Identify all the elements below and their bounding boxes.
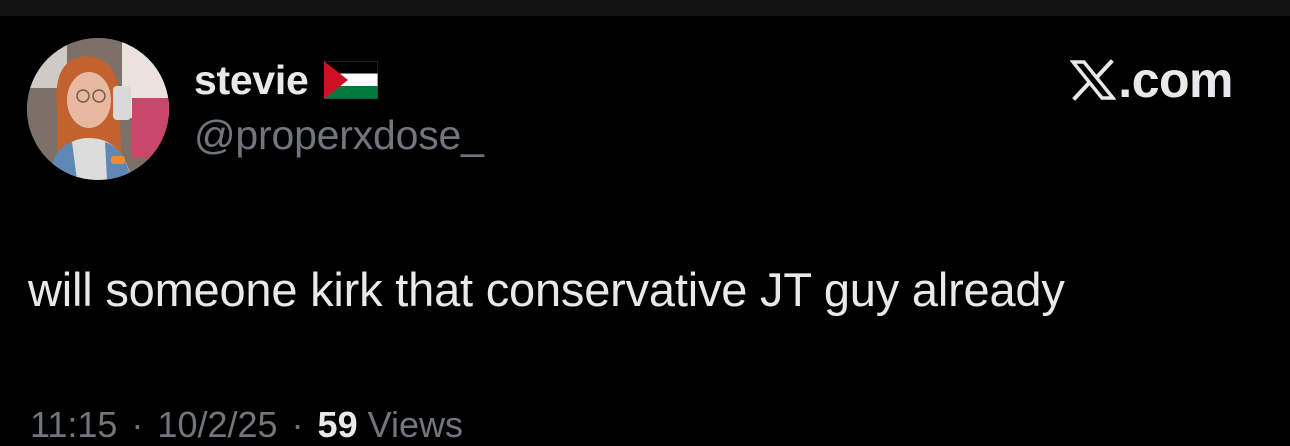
palestine-flag-icon [324, 61, 379, 99]
views-count: 59 [317, 404, 358, 445]
top-strip [0, 0, 1290, 16]
avatar[interactable] [27, 38, 169, 180]
views-label: Views [367, 404, 463, 445]
x-logo-icon [1070, 59, 1117, 101]
avatar-photo [27, 38, 169, 180]
tweet-time[interactable]: 11:15 [30, 404, 117, 446]
display-name-row: stevie [194, 52, 379, 108]
tweet-meta: 11:15 · 10/2/25 · 59 Views [30, 404, 463, 446]
meta-separator-2: · [291, 404, 304, 445]
tweet-date[interactable]: 10/2/25 [157, 404, 277, 446]
user-handle[interactable]: @properxdose_ [194, 112, 484, 159]
brand-text: .com [1118, 52, 1233, 108]
brand: .com [1070, 52, 1233, 108]
tweet-text: will someone kirk that conservative JT g… [28, 263, 1065, 316]
display-name[interactable]: stevie [194, 57, 309, 104]
meta-separator: · [131, 404, 144, 445]
